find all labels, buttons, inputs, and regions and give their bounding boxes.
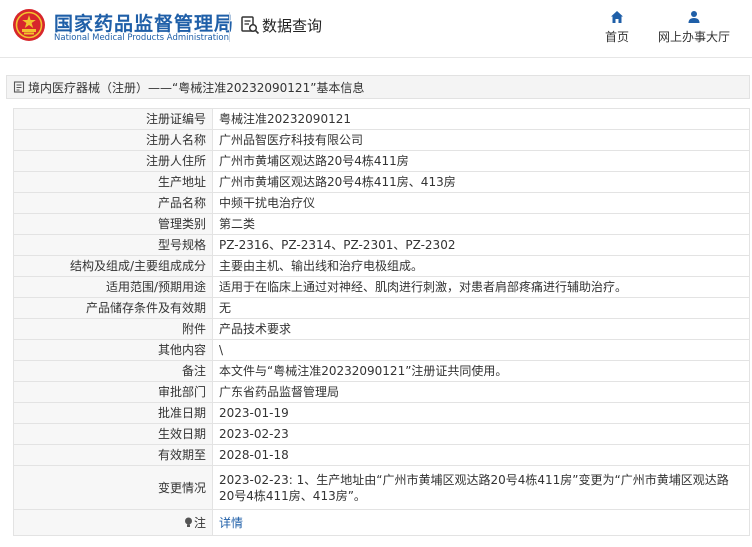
row-value: 本文件与“粤械注准20232090121”注册证共同使用。 bbox=[212, 360, 750, 382]
national-emblem-icon bbox=[13, 9, 45, 41]
row-value: 适用于在临床上通过对神经、肌肉进行刺激，对患者肩部疼痛进行辅助治疗。 bbox=[212, 276, 750, 298]
site-name-en: National Medical Products Administration bbox=[54, 33, 229, 43]
row-value: \ bbox=[212, 339, 750, 361]
change-history-label: 变更情况 bbox=[13, 465, 213, 510]
table-row: 产品名称 中频干扰电治疗仪 bbox=[13, 192, 750, 214]
row-value: 中频干扰电治疗仪 bbox=[212, 192, 750, 214]
row-label: 其他内容 bbox=[13, 339, 213, 361]
table-row: 批准日期 2023-01-19 bbox=[13, 402, 750, 424]
row-value: 粤械注准20232090121 bbox=[212, 108, 750, 130]
table-row: 有效期至 2028-01-18 bbox=[13, 444, 750, 466]
nav-online-service-hall[interactable]: 网上办事大厅 bbox=[654, 10, 734, 45]
site-name-cn: 国家药品监督管理局 bbox=[54, 13, 235, 35]
table-row: 生效日期 2023-02-23 bbox=[13, 423, 750, 445]
table-row: 审批部门 广东省药品监督管理局 bbox=[13, 381, 750, 403]
note-label-cell: 注 bbox=[13, 509, 213, 536]
row-label: 型号规格 bbox=[13, 234, 213, 256]
table-row: 产品储存条件及有效期无 bbox=[13, 297, 750, 319]
user-icon bbox=[688, 11, 700, 23]
row-label: 附件 bbox=[13, 318, 213, 340]
row-label: 批准日期 bbox=[13, 402, 213, 424]
table-row: 结构及组成/主要组成成分 主要由主机、输出线和治疗电极组成。 bbox=[13, 255, 750, 277]
row-label: 生产地址 bbox=[13, 171, 213, 193]
table-row: 备注 本文件与“粤械注准20232090121”注册证共同使用。 bbox=[13, 360, 750, 382]
row-label: 管理类别 bbox=[13, 213, 213, 235]
record-detail-table: 注册证编号 粤械注准20232090121 注册人名称 广州品智医疗科技有限公司 注… bbox=[13, 108, 750, 536]
row-label: 注册人住所 bbox=[13, 150, 213, 172]
row-value: 主要由主机、输出线和治疗电极组成。 bbox=[212, 255, 750, 277]
table-row-note: 注 详情 bbox=[13, 509, 750, 536]
table-row: 注册证编号 粤械注准20232090121 bbox=[13, 108, 750, 130]
row-label: 注册人名称 bbox=[13, 129, 213, 151]
breadcrumb-text: 境内医疗器械（注册）——“粤械注准20232090121”基本信息 bbox=[28, 80, 365, 95]
page-title: 数据查询 bbox=[262, 17, 323, 35]
table-row: 注册人名称 广州品智医疗科技有限公司 bbox=[13, 129, 750, 151]
row-label: 产品储存条件及有效期 bbox=[13, 297, 213, 319]
row-value: 产品技术要求 bbox=[212, 318, 750, 340]
table-row: 附件 产品技术要求 bbox=[13, 318, 750, 340]
details-link[interactable]: 详情 bbox=[219, 516, 243, 530]
row-value: 广东省药品监督管理局 bbox=[212, 381, 750, 403]
row-label: 适用范围/预期用途 bbox=[13, 276, 213, 298]
breadcrumb: 境内医疗器械（注册）——“粤械注准20232090121”基本信息 bbox=[6, 75, 750, 99]
row-label: 注册证编号 bbox=[13, 108, 213, 130]
table-row-change-history: 变更情况 2023-02-23: 1、生产地址由“广州市黄埔区观达路20号4栋4… bbox=[13, 465, 750, 510]
note-label: 注 bbox=[193, 515, 206, 530]
row-label: 产品名称 bbox=[13, 192, 213, 214]
data-search-icon bbox=[241, 16, 260, 35]
table-row: 管理类别 第二类 bbox=[13, 213, 750, 235]
document-icon bbox=[13, 81, 25, 93]
row-label: 生效日期 bbox=[13, 423, 213, 445]
row-value: 2023-02-23 bbox=[212, 423, 750, 445]
site-header: 国家药品监督管理局 National Medical Products Admi… bbox=[0, 0, 752, 58]
nav-online-service-hall-label: 网上办事大厅 bbox=[657, 30, 730, 44]
nav-home-label: 首页 bbox=[604, 30, 629, 44]
row-value: 2028-01-18 bbox=[212, 444, 750, 466]
row-value: 第二类 bbox=[212, 213, 750, 235]
change-history-value: 2023-02-23: 1、生产地址由“广州市黄埔区观达路20号4栋411房”变… bbox=[212, 465, 750, 510]
row-value: 无 bbox=[212, 297, 750, 319]
table-row: 其他内容 \ bbox=[13, 339, 750, 361]
row-label: 有效期至 bbox=[13, 444, 213, 466]
row-value: 2023-01-19 bbox=[212, 402, 750, 424]
row-label: 备注 bbox=[13, 360, 213, 382]
row-label: 结构及组成/主要组成成分 bbox=[13, 255, 213, 277]
table-row: 注册人住所 广州市黄埔区观达路20号4栋411房 bbox=[13, 150, 750, 172]
row-label: 审批部门 bbox=[13, 381, 213, 403]
table-row: 生产地址 广州市黄埔区观达路20号4栋411房、413房 bbox=[13, 171, 750, 193]
row-value: 广州市黄埔区观达路20号4栋411房、413房 bbox=[212, 171, 750, 193]
row-value: 广州品智医疗科技有限公司 bbox=[212, 129, 750, 151]
header-divider bbox=[229, 12, 230, 42]
table-row: 型号规格 PZ-2316、PZ-2314、PZ-2301、PZ-2302 bbox=[13, 234, 750, 256]
table-row: 适用范围/预期用途 适用于在临床上通过对神经、肌肉进行刺激，对患者肩部疼痛进行辅助… bbox=[13, 276, 750, 298]
row-value: 广州市黄埔区观达路20号4栋411房 bbox=[212, 150, 750, 172]
home-icon bbox=[611, 11, 623, 23]
row-value: PZ-2316、PZ-2314、PZ-2301、PZ-2302 bbox=[212, 234, 750, 256]
note-value-cell: 详情 bbox=[212, 509, 750, 536]
lightbulb-icon bbox=[184, 517, 192, 527]
nav-home[interactable]: 首页 bbox=[601, 10, 633, 45]
